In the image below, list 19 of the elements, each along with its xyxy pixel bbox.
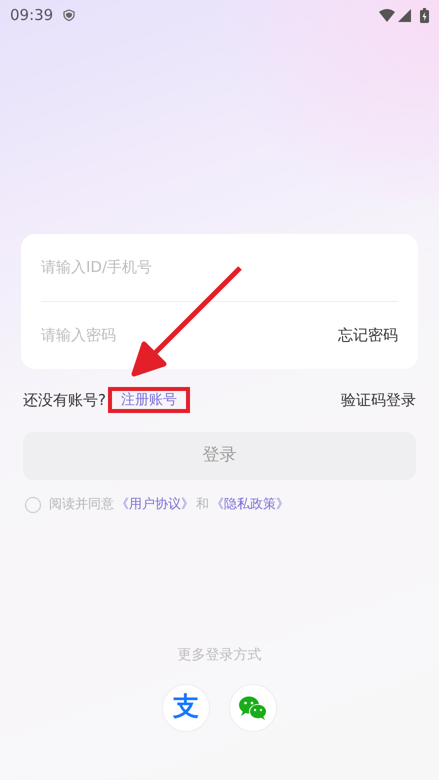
account-field[interactable]: 请输入ID/手机号	[41, 256, 398, 279]
agreement-text: 阅读并同意《用户协议》和《隐私政策》	[48, 496, 289, 514]
agreement-link[interactable]: 《隐私政策》	[211, 497, 289, 512]
password-field[interactable]: 请输入密码	[41, 324, 338, 346]
forgot-password-link[interactable]: 忘记密码	[338, 324, 398, 346]
wechat-login-button[interactable]	[229, 684, 277, 732]
register-link[interactable]: 注册账号	[108, 387, 190, 413]
agreement-link[interactable]: 《用户协议》	[116, 497, 194, 512]
alipay-login-button[interactable]: 支	[162, 684, 210, 732]
status-time: 09:39	[10, 4, 54, 26]
more-login-title: 更多登录方式	[178, 646, 262, 664]
chat-bubbles-icon	[238, 694, 268, 720]
register-prompt: 还没有账号?	[23, 390, 106, 411]
agreement-checkbox[interactable]	[25, 496, 41, 513]
shield-icon	[63, 9, 76, 21]
signal-icon	[398, 8, 411, 22]
battery-icon	[420, 8, 429, 22]
wifi-icon	[379, 8, 395, 22]
code-login-link[interactable]: 验证码登录	[341, 388, 416, 412]
